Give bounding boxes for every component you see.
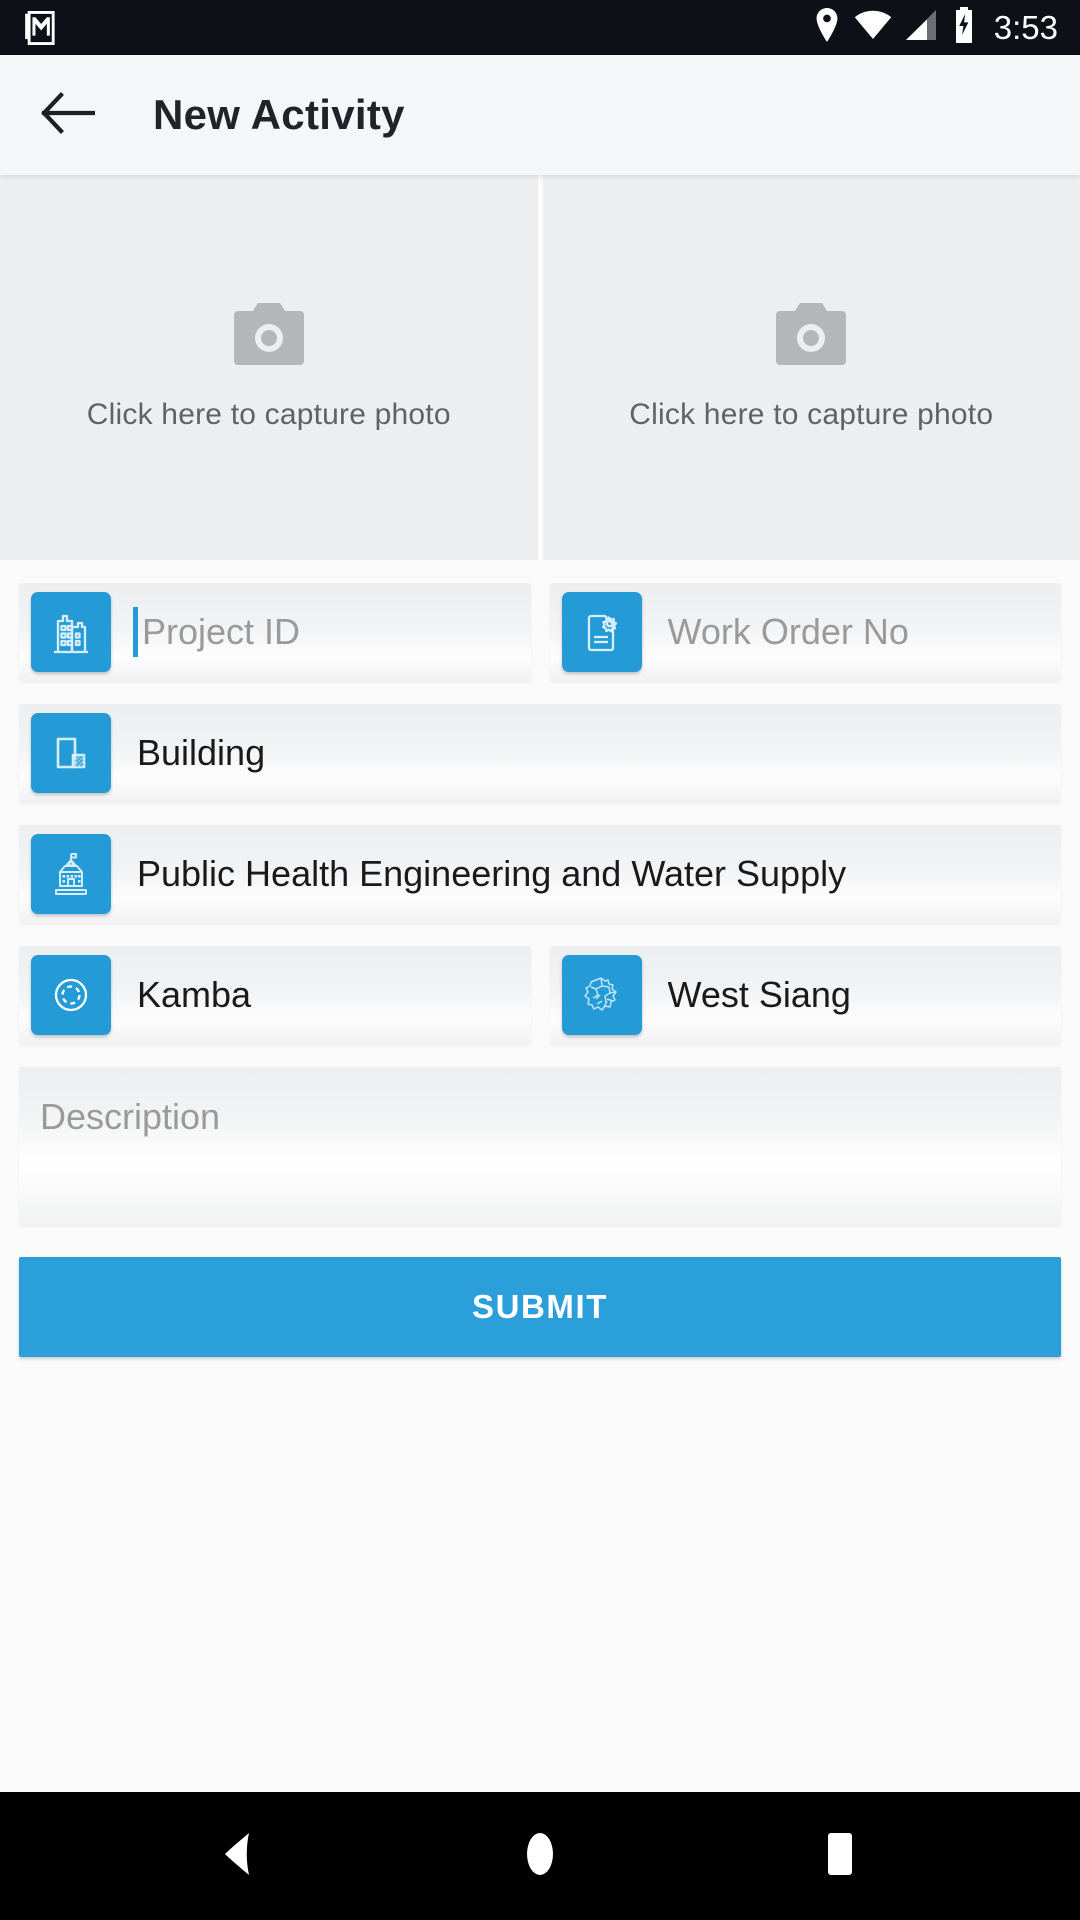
form-row-structure-type: Building (19, 703, 1061, 803)
photo-capture-label: Click here to capture photo (86, 398, 451, 431)
text-cursor (133, 607, 138, 657)
district-value: West Siang (667, 974, 851, 1015)
project-id-field[interactable]: Project ID (19, 582, 531, 682)
back-button[interactable] (36, 83, 100, 147)
district-field[interactable]: West Siang (549, 945, 1061, 1045)
structure-type-icon (31, 713, 111, 793)
activity-form: Project ID Work Order No Building Public… (0, 560, 1080, 1792)
photo-capture-row: Click here to capture photo Click here t… (0, 175, 1080, 560)
back-nav-icon (219, 1831, 261, 1882)
description-field[interactable]: Description (19, 1066, 1061, 1226)
submit-button[interactable]: SUBMIT (19, 1257, 1061, 1357)
gmail-icon (22, 9, 60, 47)
department-value: Public Health Engineering and Water Supp… (137, 853, 847, 894)
form-row-location: Kamba West Siang (19, 945, 1061, 1045)
district-map-icon (561, 955, 642, 1035)
wifi-icon (854, 10, 892, 45)
page-title: New Activity (153, 91, 405, 138)
cellular-signal-icon (905, 10, 939, 45)
circle-value: Kamba (137, 974, 252, 1015)
department-field[interactable]: Public Health Engineering and Water Supp… (19, 824, 1061, 924)
work-order-no-field[interactable]: Work Order No (549, 582, 1061, 682)
project-id-placeholder: Project ID (142, 611, 301, 652)
form-row-identifiers: Project ID Work Order No (19, 582, 1061, 682)
photo-capture-slot-1[interactable]: Click here to capture photo (0, 175, 538, 560)
arrow-left-icon (41, 91, 96, 139)
recents-nav-icon (820, 1831, 860, 1882)
circle-location-icon (31, 955, 111, 1035)
location-pin-icon (813, 8, 841, 47)
battery-charging-icon (952, 7, 976, 48)
description-placeholder: Description (40, 1096, 221, 1137)
android-nav-bar (0, 1792, 1080, 1920)
building-icon (31, 592, 111, 672)
nav-home-button[interactable] (485, 1801, 595, 1911)
app-bar: New Activity (0, 55, 1080, 175)
camera-icon (776, 303, 847, 370)
work-order-no-placeholder: Work Order No (667, 611, 909, 652)
work-order-document-icon (561, 592, 642, 672)
photo-capture-label: Click here to capture photo (629, 398, 994, 431)
camera-icon (233, 303, 304, 370)
government-building-icon (31, 834, 111, 914)
structure-type-field[interactable]: Building (19, 703, 1061, 803)
app-root: 3:53 New Activity Click here to capture … (0, 0, 1080, 1920)
photo-capture-slot-2[interactable]: Click here to capture photo (537, 175, 1080, 560)
status-bar-notifications (22, 9, 60, 47)
home-nav-icon (518, 1829, 562, 1884)
form-row-department: Public Health Engineering and Water Supp… (19, 824, 1061, 924)
nav-back-button[interactable] (185, 1801, 295, 1911)
circle-field[interactable]: Kamba (19, 945, 531, 1045)
structure-type-value: Building (137, 732, 266, 773)
status-bar-clock: 3:53 (993, 9, 1058, 46)
status-bar: 3:53 (0, 0, 1080, 55)
status-bar-system-icons: 3:53 (813, 7, 1058, 48)
nav-recents-button[interactable] (785, 1801, 895, 1911)
